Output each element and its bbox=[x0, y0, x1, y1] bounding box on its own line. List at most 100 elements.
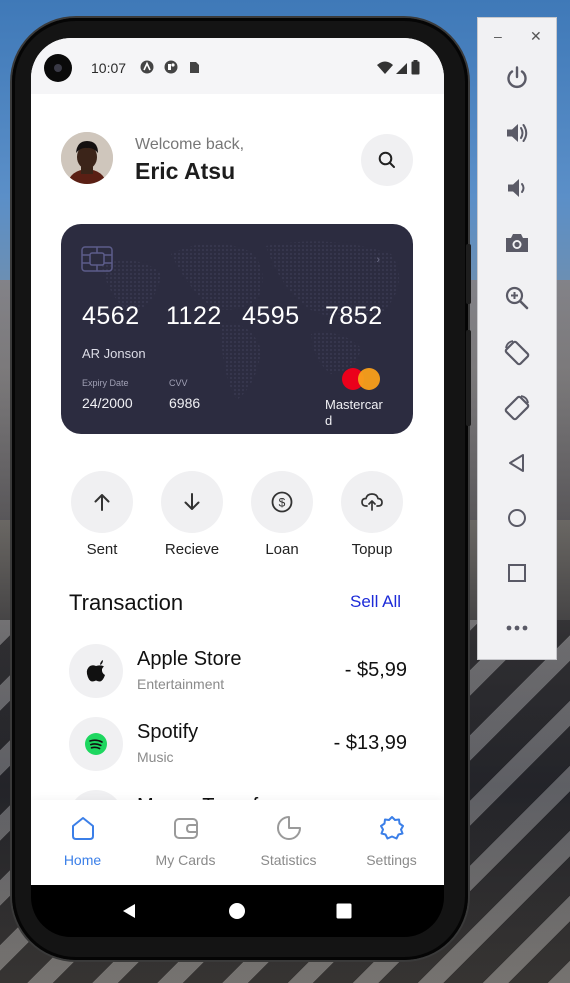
volume-up-icon bbox=[507, 124, 528, 142]
volume-down-button[interactable] bbox=[501, 172, 533, 204]
receive-circle bbox=[161, 471, 223, 533]
receive-button[interactable]: Recieve bbox=[161, 471, 223, 558]
nav-settings-label: Settings bbox=[366, 852, 417, 868]
app-screen: 10:07 Welcome back, Eric Atsu › 4562 112… bbox=[31, 38, 444, 885]
home-button[interactable] bbox=[501, 502, 533, 534]
rotate-left-button[interactable] bbox=[501, 337, 533, 369]
power-icon bbox=[507, 66, 527, 89]
avatar[interactable] bbox=[61, 132, 113, 184]
sent-label: Sent bbox=[86, 541, 118, 558]
home-circle-icon bbox=[508, 509, 526, 527]
bottom-nav: Home My Cards Statistics Settings bbox=[31, 800, 444, 885]
power-button[interactable] bbox=[501, 62, 533, 94]
mastercard-logo-yellow bbox=[358, 368, 380, 390]
card-number-group-1: 4562 bbox=[82, 302, 140, 330]
search-icon bbox=[378, 151, 395, 168]
spotify-icon-wrap bbox=[69, 717, 123, 771]
transaction-amount: - $13,99 bbox=[333, 732, 407, 754]
transaction-name: Spotify bbox=[137, 721, 199, 743]
notification-b-icon bbox=[164, 60, 178, 74]
minimize-icon[interactable]: – bbox=[494, 28, 502, 44]
dollar-coin-icon: $ bbox=[271, 491, 293, 513]
transaction-row[interactable]: Apple Store Entertainment - $5,99 bbox=[69, 644, 407, 700]
credit-card[interactable]: › 4562 1122 4595 7852 AR Jonson Expiry D… bbox=[61, 224, 413, 434]
camera-icon bbox=[506, 234, 528, 252]
overview-icon bbox=[508, 564, 526, 582]
overview-button[interactable] bbox=[501, 557, 533, 589]
nav-my-cards[interactable]: My Cards bbox=[134, 814, 237, 868]
front-camera bbox=[44, 54, 72, 82]
cloud-upload-icon bbox=[361, 493, 383, 511]
notification-a-icon bbox=[140, 60, 154, 74]
nav-my-cards-label: My Cards bbox=[155, 852, 216, 868]
topup-label: Topup bbox=[351, 541, 393, 558]
loan-label: Loan bbox=[265, 541, 299, 558]
back-icon bbox=[509, 454, 524, 472]
receive-label: Recieve bbox=[164, 541, 220, 558]
cvv-label: CVV bbox=[169, 378, 188, 388]
close-icon[interactable]: ✕ bbox=[530, 28, 542, 45]
more-button[interactable] bbox=[501, 612, 533, 644]
emulator-toolbar: – ✕ bbox=[477, 17, 557, 660]
system-back-icon[interactable] bbox=[120, 902, 138, 920]
card-number-group-2: 1122 bbox=[166, 302, 222, 330]
card-number-group-4: 7852 bbox=[325, 302, 383, 330]
nav-statistics-label: Statistics bbox=[260, 852, 317, 868]
card-holder-name: AR Jonson bbox=[82, 346, 146, 361]
sent-circle bbox=[71, 471, 133, 533]
pie-chart-icon bbox=[276, 816, 301, 840]
card-number-group-3: 4595 bbox=[242, 302, 300, 330]
card-brand: Mastercard bbox=[325, 397, 383, 428]
more-icon bbox=[506, 625, 528, 631]
transaction-category: Music bbox=[137, 749, 174, 765]
nav-statistics[interactable]: Statistics bbox=[237, 814, 340, 868]
expiry-label: Expiry Date bbox=[82, 378, 129, 388]
topup-button[interactable]: Topup bbox=[341, 471, 403, 558]
wifi-icon bbox=[377, 61, 393, 74]
rotate-left-icon bbox=[504, 340, 530, 366]
transaction-name: Apple Store bbox=[137, 648, 242, 670]
arrow-down-icon bbox=[184, 493, 200, 510]
battery-icon bbox=[411, 60, 420, 75]
nav-settings[interactable]: Settings bbox=[340, 814, 443, 868]
system-home-icon[interactable] bbox=[228, 902, 246, 920]
zoom-button[interactable] bbox=[501, 282, 533, 314]
volume-up-button[interactable] bbox=[501, 117, 533, 149]
arrow-up-icon bbox=[94, 494, 110, 511]
loan-button[interactable]: $ Loan bbox=[251, 471, 313, 558]
chip-icon bbox=[81, 246, 113, 272]
apple-store-icon-wrap bbox=[69, 644, 123, 698]
transaction-title: Transaction bbox=[69, 590, 184, 615]
home-icon bbox=[71, 817, 94, 840]
screenshot-button[interactable] bbox=[501, 227, 533, 259]
back-button[interactable] bbox=[501, 447, 533, 479]
system-overview-icon[interactable] bbox=[335, 902, 353, 920]
welcome-text: Welcome back, bbox=[135, 136, 245, 153]
cvv-value: 6986 bbox=[169, 395, 201, 411]
phone-volume-button bbox=[466, 330, 471, 426]
transaction-amount: - $5,99 bbox=[344, 659, 407, 681]
cell-signal-icon bbox=[396, 62, 407, 74]
search-button[interactable] bbox=[361, 134, 413, 186]
volume-down-icon bbox=[508, 179, 525, 197]
nav-home[interactable]: Home bbox=[31, 814, 134, 868]
sim-card-icon bbox=[190, 62, 199, 73]
wallet-icon bbox=[173, 818, 198, 839]
rotate-right-button[interactable] bbox=[501, 392, 533, 424]
transaction-row[interactable]: Spotify Music - $13,99 bbox=[69, 717, 407, 773]
settings-icon bbox=[379, 816, 404, 840]
avatar-photo bbox=[61, 132, 113, 184]
svg-text:$: $ bbox=[279, 496, 286, 510]
user-name: Eric Atsu bbox=[135, 158, 236, 184]
spotify-icon bbox=[85, 733, 107, 755]
loan-circle: $ bbox=[251, 471, 313, 533]
transaction-category: Entertainment bbox=[137, 676, 225, 692]
contactless-icon: › bbox=[376, 254, 380, 266]
see-all-link[interactable]: Sell All bbox=[350, 592, 401, 612]
expiry-value: 24/2000 bbox=[82, 395, 133, 411]
sent-button[interactable]: Sent bbox=[71, 471, 133, 558]
nav-home-label: Home bbox=[63, 852, 102, 868]
rotate-right-icon bbox=[504, 395, 530, 421]
phone-side-button bbox=[466, 244, 471, 304]
system-nav-bar bbox=[31, 885, 444, 937]
